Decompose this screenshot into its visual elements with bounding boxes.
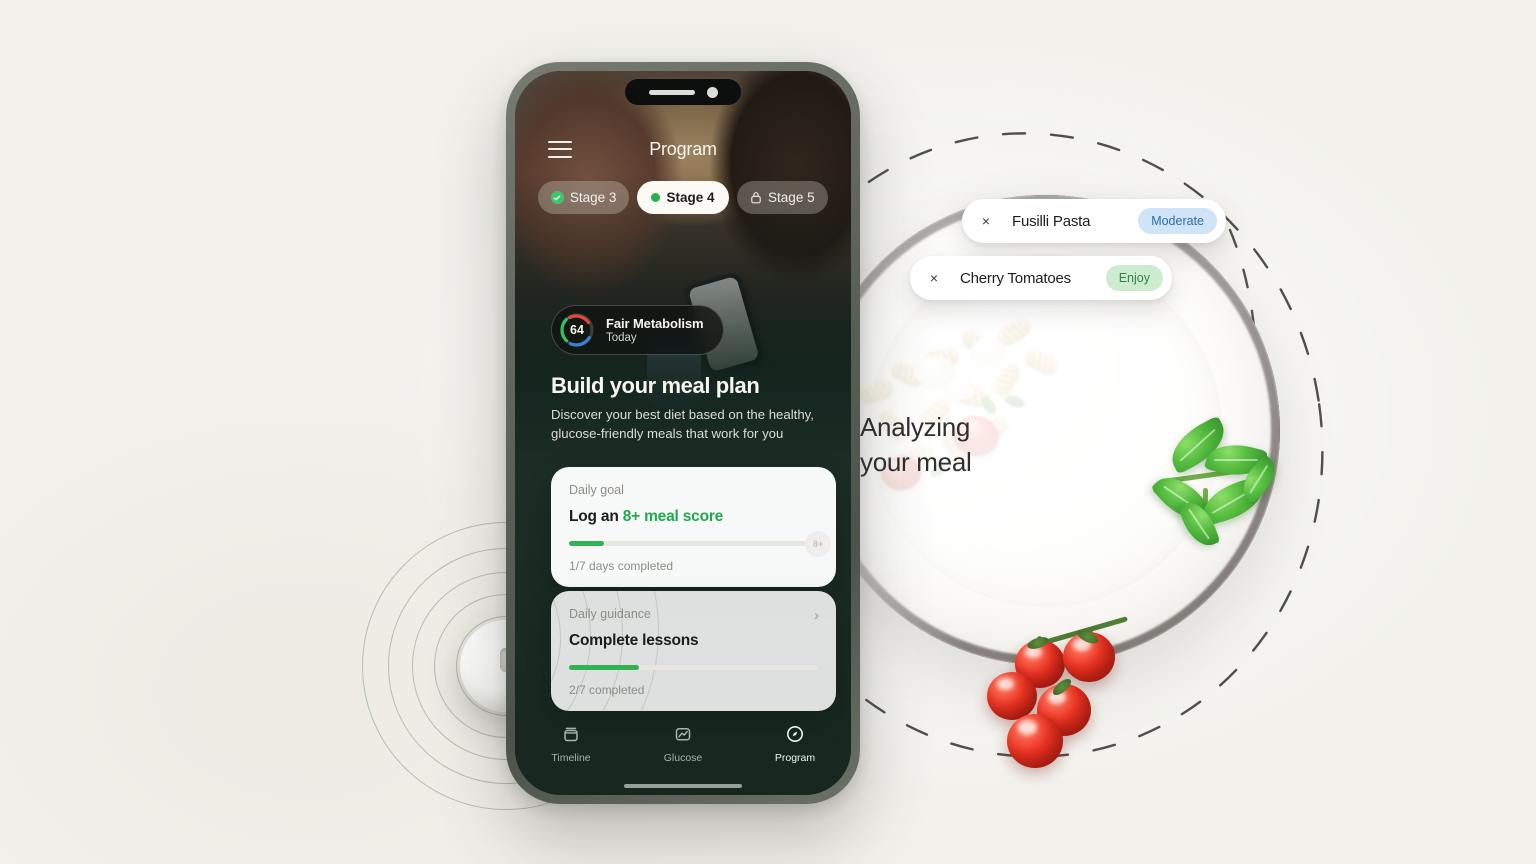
food-chip-name: Fusilli Pasta [1012,212,1091,230]
bottom-tab-bar: Timeline Glucose Program [515,717,851,779]
earpiece-speaker [648,89,695,95]
food-chip-cherry-tomatoes[interactable]: × Cherry Tomatoes Enjoy [910,256,1172,300]
analyzing-label: Analyzing your meal [860,410,1160,480]
stage-pill-4-label: Stage 4 [666,190,715,205]
daily-guidance-footer: 2/7 completed [569,683,645,697]
stage-pill-4[interactable]: Stage 4 [637,181,729,214]
daily-goal-label: Daily goal [569,483,624,497]
stage-pill-3[interactable]: Stage 3 [538,181,630,214]
daily-goal-title-highlight: 8+ meal score [622,508,724,525]
tab-program[interactable]: Program [758,723,832,764]
daily-guidance-title: Complete lessons [569,632,699,649]
tab-timeline-label: Timeline [551,752,591,764]
metabolism-score: 64 [570,323,584,337]
check-circle-icon [550,191,564,204]
daily-goal-title-prefix: Log an [569,508,623,525]
status-badge: Enjoy [1105,265,1163,291]
timeline-icon [564,727,578,742]
scene-root: Analyzing your meal Program Stage 3 Stag… [0,0,1536,864]
tab-timeline[interactable]: Timeline [534,723,608,764]
glucose-chart-icon [675,728,691,741]
daily-goal-title: Log an 8+ meal score [569,508,818,526]
close-icon[interactable]: × [974,209,998,233]
green-dot-icon [651,193,661,202]
phone-screen: Program Stage 3 Stage 4 Stage 5 64 Fair … [515,71,851,795]
metabolism-badge[interactable]: 64 Fair Metabolism Today [551,305,725,355]
daily-goal-end-badge: 8+ [805,530,831,557]
daily-goal-footer: 1/7 days completed [569,559,674,573]
daily-guidance-progress-bar [569,665,818,670]
stage-selector: Stage 3 Stage 4 Stage 5 [515,181,851,214]
basil-sprig [1145,410,1325,590]
subheadline: Discover your best diet based on the hea… [551,407,814,442]
tab-program-label: Program [774,752,816,764]
chevron-right-icon[interactable]: › [814,607,819,624]
tab-glucose[interactable]: Glucose [646,723,720,764]
status-badge: Moderate [1138,208,1217,234]
daily-goal-progress-bar: 8+ [569,530,831,557]
stage-pill-5-label: Stage 5 [768,190,815,205]
stage-pill-5[interactable]: Stage 5 [736,181,828,214]
daily-goal-progress-fill [569,541,604,546]
app-top-bar: Program [515,129,851,169]
food-chip-name: Cherry Tomatoes [960,269,1071,287]
daily-guidance-card[interactable]: › Daily guidance Complete lessons 2/7 co… [551,591,836,711]
program-compass-icon [787,726,803,742]
phone-notch [625,79,741,105]
metabolism-title: Fair Metabolism [606,316,704,331]
analyzing-line-1: Analyzing [860,412,971,442]
analyzing-line-2: your meal [860,447,972,478]
daily-guidance-progress-fill [569,665,639,670]
cherry-tomato-vine [985,610,1175,780]
home-indicator [624,784,742,788]
metabolism-text: Fair Metabolism Today [606,316,704,344]
lock-icon [751,192,761,204]
food-chip-fusilli-pasta[interactable]: × Fusilli Pasta Moderate [962,199,1226,243]
close-icon[interactable]: × [922,266,946,290]
hamburger-icon[interactable] [548,140,572,158]
metabolism-gauge-icon: 64 [558,311,596,349]
phone-device: Program Stage 3 Stage 4 Stage 5 64 Fair … [506,62,860,804]
daily-guidance-label: Daily guidance [569,607,651,621]
stage-pill-3-label: Stage 3 [569,190,617,205]
tab-glucose-label: Glucose [663,752,703,764]
daily-goal-card[interactable]: Daily goal Log an 8+ meal score 8+ 1/7 d… [551,467,836,587]
metabolism-subtitle: Today [606,332,637,344]
headline: Build your meal plan [551,373,760,398]
front-camera-icon [706,86,718,98]
